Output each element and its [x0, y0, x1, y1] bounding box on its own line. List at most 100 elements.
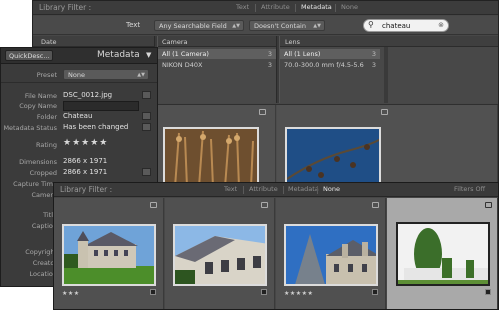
- field-label: Copyright: [25, 248, 57, 256]
- filter-tab-none[interactable]: None: [323, 185, 340, 193]
- collapse-triangle-icon[interactable]: ▼: [146, 51, 151, 59]
- filters-off-toggle[interactable]: Filters Off: [454, 185, 485, 193]
- dropdown-value: QuickDesc...: [9, 52, 50, 60]
- grid-cell-selected[interactable]: [387, 198, 498, 309]
- field-label: Caption: [31, 222, 57, 230]
- metadata-badge-icon: [259, 109, 266, 115]
- tab-divider: [283, 186, 284, 194]
- list-item[interactable]: All (1 Camera) 3: [158, 49, 276, 59]
- copy-name-field[interactable]: [63, 101, 139, 111]
- list-item[interactable]: 70.0-300.0 mm f/4.5-5.6 3: [280, 60, 380, 70]
- rating-stars[interactable]: ★★★★★: [63, 138, 108, 148]
- grid-cell[interactable]: [277, 105, 498, 185]
- field-action-button[interactable]: [142, 91, 151, 99]
- chateau-lawn-photo: [64, 226, 154, 284]
- berries-sky-photo: [287, 129, 379, 183]
- list-item-count: 3: [267, 61, 272, 69]
- tab-divider: [317, 186, 318, 194]
- field-label: Metadata Status: [3, 124, 57, 132]
- dropdown-value: Doesn't Contain: [254, 22, 306, 30]
- dropdown-value: Any Searchable Field: [159, 22, 227, 30]
- metadata-status-button[interactable]: [142, 123, 151, 131]
- list-item-label: All (1 Lens): [284, 50, 321, 58]
- lens-column: All (1 Lens) 3 70.0-300.0 mm f/4.5-5.6 3: [280, 47, 498, 103]
- panel-title: Metadata: [97, 50, 140, 60]
- search-value: chateau: [382, 22, 411, 30]
- field-label: Cropped: [29, 169, 57, 177]
- filter-tab-attribute[interactable]: Attribute: [249, 185, 278, 193]
- metadata-badge-icon: [261, 202, 268, 208]
- cropped-value: 2866 x 1971: [63, 168, 108, 176]
- edit-badge-icon: [372, 289, 378, 295]
- tab-divider: [255, 4, 256, 12]
- list-item-count: 3: [371, 61, 376, 69]
- metadata-panel-header: QuickDesc... Metadata ▼: [1, 48, 157, 64]
- list-item-label: NIKON D40X: [162, 61, 203, 69]
- field-label: Creator: [32, 259, 57, 267]
- camera-column: All (1 Camera) 3 NIKON D40X 3: [158, 47, 276, 103]
- thumbnail-image[interactable]: [284, 224, 378, 286]
- grid-cell[interactable]: [165, 198, 275, 309]
- tab-divider: [295, 4, 296, 12]
- column-header-camera[interactable]: Camera: [162, 38, 188, 46]
- filter-tab-metadata[interactable]: Metadata: [301, 3, 332, 11]
- dropdown-value: None: [68, 71, 85, 79]
- thumbnail-rating-stars[interactable]: ★★★★★: [284, 290, 313, 297]
- text-filter-label: Text: [126, 21, 141, 29]
- filter-tab-text[interactable]: Text: [236, 3, 249, 11]
- dropdown-arrow-icon: ▲▼: [137, 72, 145, 78]
- dimensions-value: 2866 x 1971: [63, 157, 108, 165]
- filter-tab-none[interactable]: None: [341, 3, 358, 11]
- field-label: Copy Name: [19, 102, 57, 110]
- column-header-lens[interactable]: Lens: [285, 38, 300, 46]
- clear-search-icon[interactable]: ⊗: [438, 20, 444, 30]
- field-label: Capture Time: [13, 180, 57, 188]
- thumbnail-image[interactable]: [173, 224, 267, 286]
- dropdown-arrow-icon: ▲▼: [232, 23, 240, 29]
- search-input[interactable]: ⚲ chateau ⊗: [363, 19, 449, 32]
- file-name-value[interactable]: DSC_0012.jpg: [63, 91, 112, 99]
- grid-cell[interactable]: ★★★: [54, 198, 164, 309]
- search-icon: ⚲: [368, 20, 374, 29]
- filter-tab-attribute[interactable]: Attribute: [261, 3, 290, 11]
- quick-describe-dropdown[interactable]: QuickDesc...: [5, 50, 53, 61]
- thumbnail-image[interactable]: [62, 224, 156, 286]
- preset-label: Preset: [36, 71, 57, 79]
- searchable-field-dropdown[interactable]: Any Searchable Field ▲▼: [154, 20, 244, 31]
- field-label: Dimensions: [19, 158, 57, 166]
- chateau-facade-photo: [175, 226, 265, 284]
- metadata-badge-icon: [372, 202, 379, 208]
- list-item-count: 3: [267, 50, 272, 58]
- thumbnail-image[interactable]: [285, 127, 381, 185]
- column-header-date[interactable]: Date: [41, 38, 57, 46]
- metadata-badge-icon: [150, 202, 157, 208]
- field-label: Rating: [36, 141, 57, 149]
- filter-tab-text[interactable]: Text: [224, 185, 237, 193]
- preset-dropdown[interactable]: None ▲▼: [63, 69, 149, 80]
- chateau-tower-photo: [286, 226, 376, 284]
- metadata-badge-icon: [485, 202, 492, 208]
- go-to-folder-arrow-icon[interactable]: [142, 112, 151, 120]
- grid-cell[interactable]: ★★★★★: [276, 198, 386, 309]
- metadata-status-value: Has been changed: [63, 123, 129, 131]
- list-item-count: 3: [371, 50, 376, 58]
- grid-cell[interactable]: [155, 105, 276, 185]
- filter-tab-metadata[interactable]: Metadata: [288, 185, 319, 193]
- library-filter-label: Library Filter :: [39, 3, 92, 12]
- dried-grass-photo: [165, 129, 257, 183]
- list-item[interactable]: All (1 Lens) 3: [280, 49, 380, 59]
- library-filter-label: Library Filter :: [60, 185, 113, 194]
- rule-dropdown[interactable]: Doesn't Contain ▲▼: [249, 20, 325, 31]
- library-filter-bar: Library Filter : Text Attribute Metadata…: [33, 1, 498, 15]
- garden-trees-photo: [398, 224, 488, 284]
- thumbnail-rating-stars[interactable]: ★★★: [62, 290, 80, 297]
- edit-badge-icon: [485, 289, 491, 295]
- field-label: Location: [29, 270, 58, 278]
- thumbnail-image[interactable]: [163, 127, 259, 185]
- thumbnail-image[interactable]: [396, 222, 490, 286]
- list-item[interactable]: NIKON D40X 3: [158, 60, 276, 70]
- field-label: File Name: [24, 92, 57, 100]
- crop-tool-icon[interactable]: [142, 168, 151, 176]
- metadata-column-headers: Date Camera Lens: [33, 36, 498, 47]
- column-divider[interactable]: [384, 47, 388, 103]
